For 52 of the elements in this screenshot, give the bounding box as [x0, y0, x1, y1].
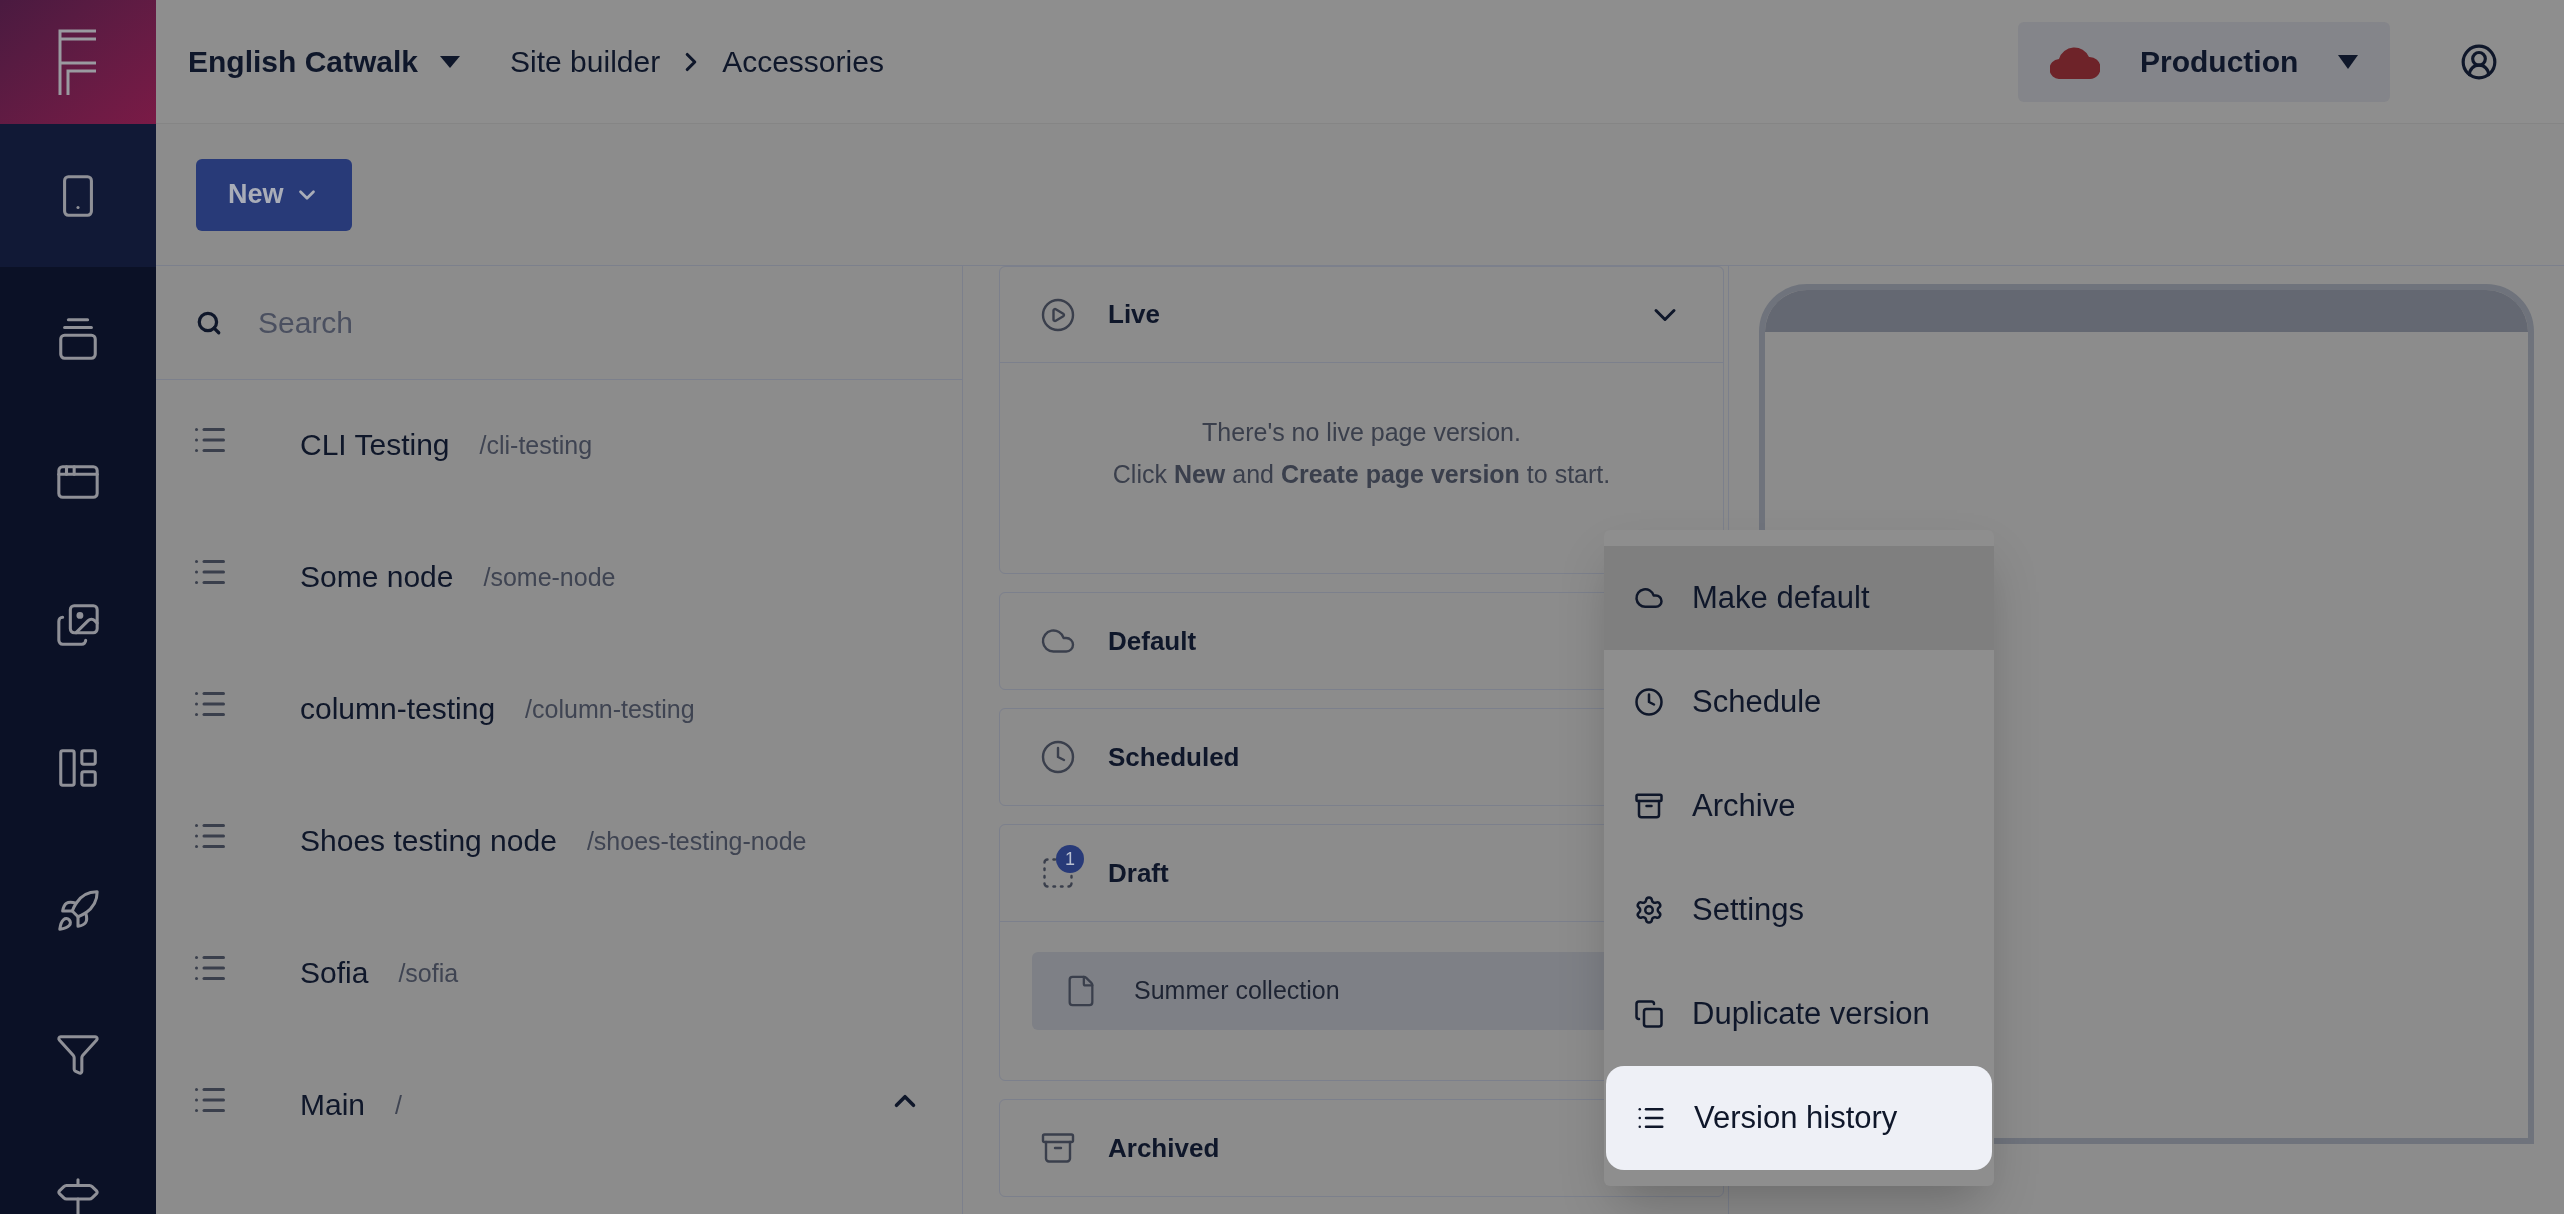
- images-icon: [55, 601, 101, 648]
- empty-message: There's no live page version.: [1202, 417, 1521, 448]
- node-name: CLI Testing: [300, 427, 450, 463]
- cloud-icon: [2050, 44, 2100, 79]
- new-button[interactable]: New: [196, 158, 352, 231]
- play-circle-icon: [1040, 296, 1076, 333]
- section-title: Default: [1108, 624, 1197, 658]
- workspace-selector[interactable]: English Catwalk: [188, 39, 461, 84]
- node-path: /cli-testing: [479, 430, 593, 461]
- section-title: Live: [1108, 298, 1161, 331]
- clock-icon: [1040, 739, 1076, 775]
- section-title: Archived: [1108, 1131, 1220, 1165]
- version-name: Summer collection: [1134, 975, 1340, 1007]
- node-path: /shoes-testing-node: [586, 826, 807, 857]
- node-path: /column-testing: [525, 694, 695, 725]
- clock-icon: [1634, 687, 1664, 717]
- node-row[interactable]: Shoes testing node /shoes-testing-node: [156, 776, 962, 908]
- rocket-icon: [55, 887, 101, 934]
- node-row[interactable]: Some node /some-node: [156, 512, 962, 644]
- node-name: Shoes testing node: [300, 823, 557, 859]
- menu-item[interactable]: Version history: [1606, 1066, 1992, 1170]
- copy-icon: [1634, 999, 1664, 1029]
- environment-selector[interactable]: Production: [2018, 21, 2390, 102]
- logo-icon: [58, 29, 98, 95]
- logo[interactable]: [0, 0, 156, 124]
- archive-icon: [1040, 1130, 1076, 1166]
- node-path: /: [395, 1090, 402, 1121]
- user-account-icon[interactable]: [2460, 42, 2498, 81]
- section-title: Scheduled: [1108, 740, 1240, 774]
- search-icon: [196, 309, 222, 336]
- breadcrumb-link[interactable]: Site builder: [510, 39, 661, 84]
- node-row[interactable]: column-testing /column-testing: [156, 644, 962, 776]
- node-name: Main: [300, 1087, 366, 1123]
- node-path: /sofia: [398, 958, 459, 989]
- section-title: Draft: [1108, 856, 1169, 890]
- node-row[interactable]: Sofia /sofia: [156, 908, 962, 1040]
- dropdown-triangle-icon: [2338, 54, 2358, 69]
- section-header[interactable]: Live: [1000, 267, 1723, 363]
- settings-icon: [1634, 895, 1664, 925]
- node-name: Sofia: [300, 955, 369, 991]
- menu-item[interactable]: Make default: [1604, 546, 1994, 650]
- node-name: column-testing: [300, 691, 496, 727]
- empty-message: Click New and Create page version to start.: [1112, 459, 1611, 490]
- node-row[interactable]: Main /: [156, 1040, 962, 1172]
- dropdown-triangle-icon: [440, 55, 461, 68]
- search-input[interactable]: Search: [258, 300, 922, 345]
- node-path: /some-node: [483, 562, 616, 593]
- count-badge: 1: [1056, 845, 1084, 873]
- node-name: Some node: [300, 559, 454, 595]
- archive-icon: [1634, 791, 1664, 821]
- breadcrumb-link[interactable]: Accessories: [722, 39, 884, 84]
- node-row[interactable]: CLI Testing /cli-testing: [156, 380, 962, 512]
